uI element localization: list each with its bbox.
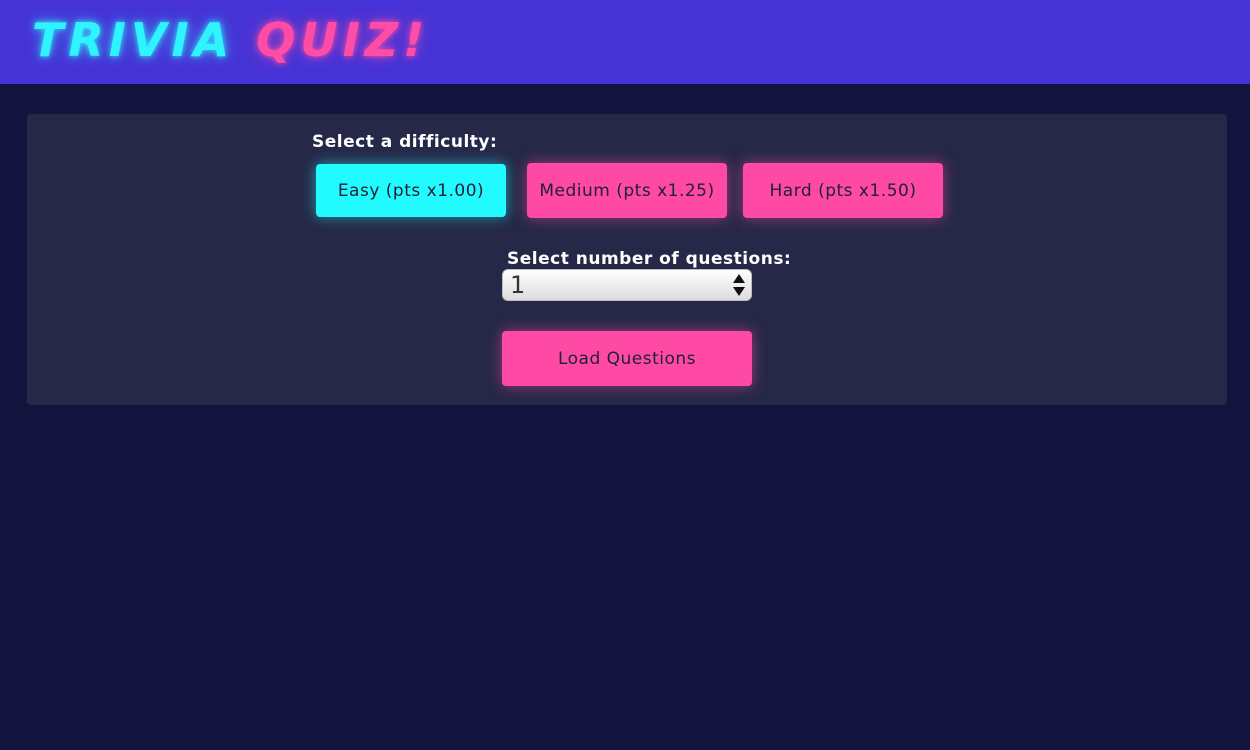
questions-count-select[interactable]: 1 (502, 269, 752, 301)
questions-count-value: 1 (510, 271, 526, 299)
app-header: TRIVIA QUIZ! (0, 0, 1250, 84)
updown-arrows-icon (733, 274, 745, 296)
app-logo: TRIVIA QUIZ! (32, 10, 429, 70)
difficulty-easy-button[interactable]: Easy (pts x1.00) (316, 164, 506, 217)
difficulty-label: Select a difficulty: (312, 132, 498, 152)
load-questions-button[interactable]: Load Questions (502, 331, 752, 386)
setup-panel: Select a difficulty: Easy (pts x1.00) Me… (27, 114, 1227, 405)
questions-count-label: Select number of questions: (507, 249, 792, 269)
difficulty-hard-button[interactable]: Hard (pts x1.50) (743, 163, 943, 218)
logo-word-trivia: TRIVIA (32, 13, 235, 67)
logo-word-quiz: QUIZ! (256, 13, 430, 67)
difficulty-medium-button[interactable]: Medium (pts x1.25) (527, 163, 727, 218)
